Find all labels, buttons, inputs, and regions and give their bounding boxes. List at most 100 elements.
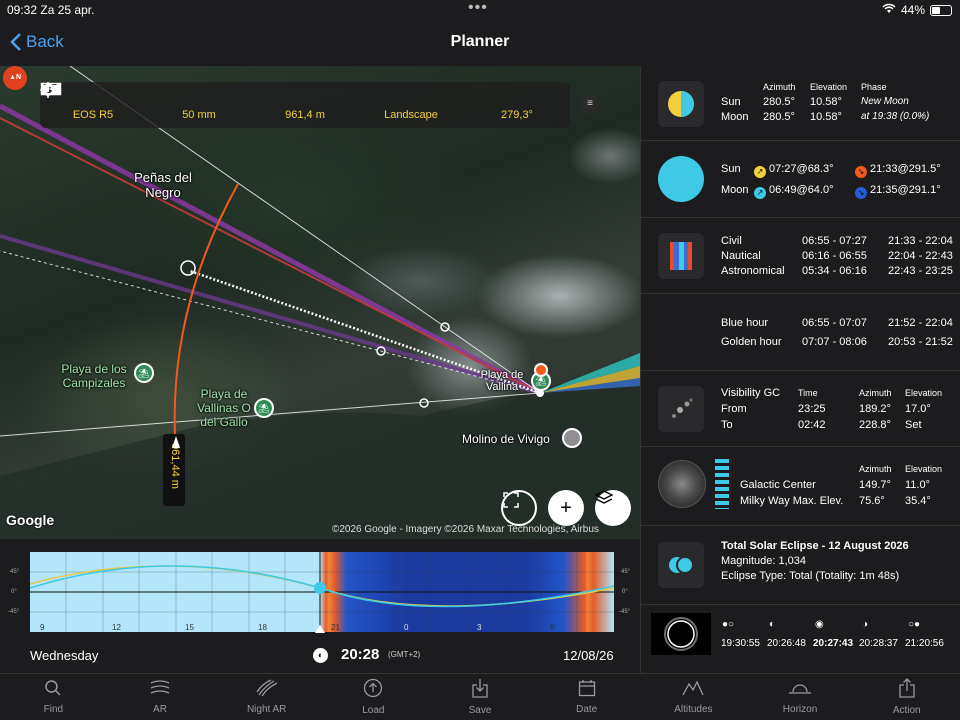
tab-load[interactable]: Load — [320, 674, 427, 720]
tab-horizon[interactable]: Horizon — [747, 674, 854, 720]
map-label-playa-vallina: Playa de Vallina — [480, 369, 524, 393]
plus-icon: + — [560, 496, 572, 519]
map-overlay-lines — [0, 66, 640, 539]
battery-percent: 44% — [900, 3, 925, 17]
weekday-label: Wednesday — [30, 648, 99, 663]
status-time: 09:32 Za 25 apr. — [7, 3, 95, 17]
tab-save[interactable]: Save — [427, 674, 534, 720]
map-label-vallinas: Playa de Vallinas O del Gallo — [197, 387, 251, 429]
battery-icon — [930, 4, 952, 16]
x-tick: 12 — [112, 623, 121, 632]
location-pin-icon[interactable] — [534, 363, 548, 377]
orientation-tool[interactable]: Landscape — [40, 82, 464, 128]
sunrise-icon: ↗ — [754, 166, 766, 178]
x-tick: 0 — [404, 623, 409, 632]
fullscreen-button[interactable] — [501, 490, 537, 526]
contact-4-icon: ◑ — [862, 619, 869, 630]
beach-pin-icon[interactable]: ⛱ — [254, 398, 274, 418]
share-icon — [898, 678, 916, 702]
layers-button[interactable] — [595, 490, 631, 526]
visibility-row[interactable]: Visibility GC Time Azimuth Elevation Fro… — [641, 371, 960, 447]
layers-icon — [595, 490, 613, 504]
camera-toolbar: EOS R5 50 mm 961,4 m Landscape 279,3° — [40, 82, 570, 128]
status-right: 44% — [882, 3, 952, 17]
compass-north-icon[interactable]: ▲N — [3, 66, 27, 90]
time-cursor-icon — [315, 625, 325, 633]
altitude-curves — [30, 552, 614, 632]
elevation-bar-icon — [715, 459, 729, 509]
x-tick: 6 — [550, 623, 555, 632]
wifi-icon — [882, 3, 896, 17]
contact-1-icon: ●○ — [722, 619, 735, 630]
x-tick: 9 — [40, 623, 45, 632]
galactic-row[interactable]: Azimuth Elevation Galactic Center 149.7°… — [641, 447, 960, 526]
y-tick: 45° — [10, 569, 20, 575]
night-ar-icon — [256, 679, 278, 701]
y-tick: -45° — [619, 609, 631, 615]
position-row[interactable]: Azimuth Elevation Phase Sun 280.5° 10.58… — [641, 66, 960, 141]
tab-ar[interactable]: AR — [107, 674, 214, 720]
timeline[interactable]: 45° 0° -45° 45° 0° -45° 9 12 15 18 21 0 … — [0, 539, 640, 673]
current-time[interactable]: 20:28 — [341, 646, 379, 663]
camera-position-icon — [172, 436, 180, 448]
calendar-icon — [578, 679, 596, 701]
distance-tool[interactable]: 961,4 m — [41, 82, 358, 128]
tab-night-ar[interactable]: Night AR — [213, 674, 320, 720]
sunset-icon: ↘ — [855, 166, 867, 178]
map-view[interactable]: ▲N EOS R5 50 mm 961,4 m Landscape 279,3°… — [0, 66, 640, 539]
nav-bar: Back Planner — [0, 22, 960, 66]
page-title: Planner — [450, 33, 510, 50]
altitude-graph[interactable] — [30, 552, 614, 632]
y-tick: 0° — [11, 589, 17, 595]
x-tick: 18 — [258, 623, 267, 632]
moonset-icon: ↘ — [855, 187, 867, 199]
mountain-icon — [682, 679, 704, 701]
eclipse-toggle-icon — [658, 542, 704, 588]
app-root: 09:32 Za 25 apr. ••• 44% Back Planner ▲N… — [0, 0, 960, 720]
add-pin-button[interactable]: + — [548, 490, 584, 526]
horizon-icon — [788, 679, 812, 701]
twilight-row[interactable]: Civil 06:55 - 07:27 21:33 - 22:04 Nautic… — [641, 218, 960, 294]
map-label-molino: Molino de Vivigo — [462, 432, 550, 446]
beach-pin-icon[interactable]: ⛱ — [134, 363, 154, 383]
milky-way-icon — [658, 460, 706, 508]
info-panel: Azimuth Elevation Phase Sun 280.5° 10.58… — [640, 66, 960, 673]
tab-date[interactable]: Date — [533, 674, 640, 720]
twilight-icon — [658, 233, 704, 279]
bearing-tool[interactable]: 279,3° — [40, 82, 570, 128]
map-label-campizales: Playa de los Campizales — [61, 362, 127, 390]
contact-5-icon: ○● — [908, 619, 921, 630]
timezone: (GMT+2) — [388, 650, 421, 659]
moon-phase-icon — [658, 81, 704, 127]
tab-action[interactable]: Action — [853, 674, 960, 720]
y-tick: 45° — [621, 569, 631, 575]
time-picker-icon[interactable]: ◐ — [313, 648, 328, 663]
bearing-label: 279,3° — [501, 108, 533, 121]
hours-row[interactable]: Blue hour 06:55 - 07:07 21:52 - 22:04 Go… — [641, 294, 960, 371]
orientation-label: Landscape — [384, 108, 438, 121]
eclipse-image — [651, 613, 711, 655]
tab-altitudes[interactable]: Altitudes — [640, 674, 747, 720]
list-icon[interactable]: ≡ — [580, 94, 600, 114]
moonrise-icon: ↗ — [754, 187, 766, 199]
contacts-row[interactable]: ●○ ◐ ◉ ◑ ○● 19:30:55 20:26:48 20:27:43 2… — [641, 605, 960, 673]
lens-tool[interactable]: 50 mm — [41, 82, 252, 128]
rise-set-row[interactable]: Sun ↗ 07:27@68.3° ↘ 21:33@291.5° Moon ↗ 06:… — [641, 141, 960, 218]
save-icon — [471, 678, 489, 702]
load-icon — [363, 678, 383, 702]
x-tick: 15 — [185, 623, 194, 632]
y-tick: 0° — [622, 589, 628, 595]
ar-icon — [149, 679, 171, 701]
contact-3-icon: ◉ — [815, 619, 824, 630]
galaxy-dots-icon — [658, 386, 704, 432]
multitask-dots[interactable]: ••• — [468, 0, 488, 17]
lens-label: 50 mm — [182, 108, 216, 121]
tab-find[interactable]: Find — [0, 674, 107, 720]
fullscreen-icon — [503, 492, 519, 508]
eclipse-row[interactable]: Total Solar Eclipse - 12 August 2026 Mag… — [641, 526, 960, 605]
map-label-penas: Peñas del Negro — [134, 170, 192, 200]
current-date[interactable]: 12/08/26 — [563, 648, 614, 663]
status-bar: 09:32 Za 25 apr. ••• 44% — [0, 0, 960, 22]
poi-pin-icon[interactable] — [562, 428, 582, 448]
camera-label: EOS R5 — [72, 108, 114, 121]
